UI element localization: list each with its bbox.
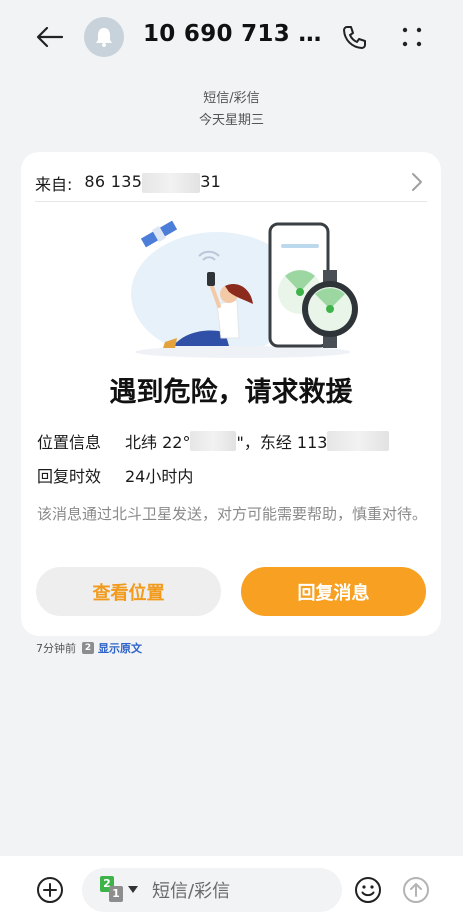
- chevron-right-icon: [412, 173, 422, 191]
- redacted-block: [190, 431, 237, 451]
- more-options-button[interactable]: [394, 20, 430, 54]
- sender-number: 86 135 31: [84, 172, 221, 193]
- caret-down-icon: [128, 886, 138, 893]
- reply-window-row: 回复时效 24小时内: [37, 463, 427, 487]
- more-icon: [402, 27, 422, 47]
- send-icon[interactable]: [402, 876, 430, 904]
- reply-message-button[interactable]: 回复消息: [241, 567, 426, 616]
- redacted-block: [142, 172, 201, 193]
- conversation-header: 10 690 713 8…: [0, 0, 463, 76]
- time-ago: 7分钟前: [36, 642, 76, 655]
- bell-icon: [96, 28, 112, 47]
- sender-number-prefix: 86 135: [84, 172, 143, 192]
- compose-bar: 2 1 短信/彩信: [0, 856, 463, 922]
- message-input[interactable]: 2 1 短信/彩信: [82, 868, 342, 912]
- location-label: 位置信息: [37, 433, 102, 452]
- back-arrow-icon: [36, 26, 64, 48]
- reply-window-label: 回复时效: [37, 467, 102, 486]
- satellite-note: 该消息通过北斗卫星发送，对方可能需要帮助，慎重对待。: [37, 505, 428, 523]
- redacted-block: [327, 431, 390, 451]
- message-meta: 7分钟前 2 显示原文: [36, 640, 142, 656]
- alert-title: 遇到危险，请求救援: [109, 377, 353, 408]
- sim-card-icon: 2: [82, 642, 94, 654]
- sim-selector[interactable]: 2 1: [100, 876, 140, 904]
- latitude-prefix: 北纬 22°: [125, 433, 191, 452]
- message-type-label: 短信/彩信: [203, 91, 260, 106]
- sos-message-card[interactable]: 来自: 86 135 31 遇到危险，请求救援 位置信息 北纬 22° "，东经…: [21, 152, 441, 636]
- location-value: 北纬 22° "，东经 113: [125, 429, 390, 453]
- view-location-button[interactable]: 查看位置: [36, 567, 221, 616]
- call-button[interactable]: [336, 20, 372, 54]
- sim-1-icon: 1: [109, 886, 123, 902]
- sender-row[interactable]: 来自: 86 135 31: [35, 164, 427, 202]
- emoji-icon[interactable]: [354, 876, 382, 904]
- phone-icon: [343, 26, 366, 49]
- reply-window-value: 24小时内: [125, 467, 194, 486]
- sender-number-suffix: 31: [200, 172, 222, 192]
- conversation-date-header: 短信/彩信 今天星期三: [0, 88, 463, 132]
- message-placeholder: 短信/彩信: [152, 881, 231, 902]
- back-button[interactable]: [30, 20, 70, 54]
- location-row: 位置信息 北纬 22° "，东经 113: [37, 429, 427, 453]
- show-original-link[interactable]: 显示原文: [98, 640, 142, 656]
- from-label: 来自:: [35, 174, 73, 194]
- contact-title[interactable]: 10 690 713 8…: [143, 21, 323, 47]
- add-attachment-icon[interactable]: [36, 876, 64, 904]
- latitude-suffix: "，东经 113: [236, 433, 328, 452]
- contact-avatar[interactable]: [84, 17, 124, 57]
- date-label: 今天星期三: [198, 113, 264, 128]
- satellite-sos-illustration: [131, 220, 358, 358]
